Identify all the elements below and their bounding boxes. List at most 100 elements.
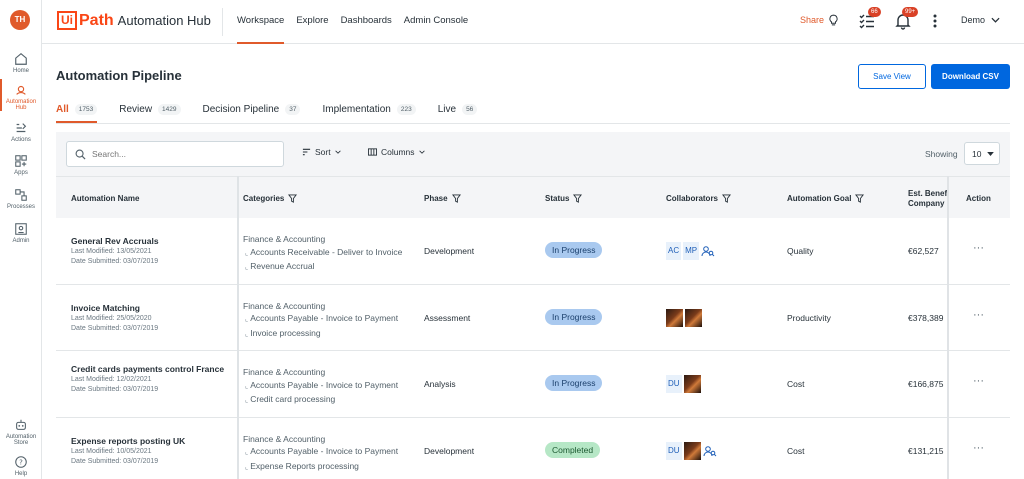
- search-box: [66, 141, 284, 167]
- filter-icon[interactable]: [722, 193, 732, 203]
- more-vertical-icon[interactable]: [926, 12, 944, 30]
- nav-explore[interactable]: Explore: [296, 0, 328, 44]
- category-l2: Accounts Payable - Invoice to Payment: [243, 445, 398, 460]
- add-collaborator-icon[interactable]: [701, 245, 715, 257]
- add-collaborator-icon[interactable]: [703, 445, 717, 457]
- categories-cell: Finance & Accounting Accounts Receivable…: [243, 233, 402, 275]
- row-actions-button[interactable]: ···: [973, 309, 984, 321]
- benefit-cell: €166,875: [908, 379, 944, 389]
- share-label: Share: [800, 15, 825, 25]
- rail-item-automation-hub[interactable]: Automation Hub: [0, 79, 42, 111]
- app-root: TH Home Automation Hub Actions Apps Proc…: [0, 0, 1024, 479]
- top-header: Ui Path Automation Hub Workspace Explore…: [42, 0, 1024, 44]
- search-icon: [75, 149, 86, 160]
- col-header-categories[interactable]: Categories: [243, 177, 298, 219]
- col-header-name[interactable]: Automation Name: [71, 177, 139, 219]
- row-actions-button[interactable]: ···: [973, 242, 984, 254]
- share-button[interactable]: Share: [800, 13, 840, 27]
- user-avatar[interactable]: TH: [10, 10, 30, 30]
- status-badge: In Progress: [545, 375, 603, 391]
- store-icon: [16, 419, 26, 430]
- rail-item-help[interactable]: ? Help: [0, 455, 42, 477]
- tab-label: Live: [437, 104, 457, 115]
- collaborator-avatar[interactable]: DU: [666, 375, 682, 393]
- collaborator-photo[interactable]: [685, 308, 702, 327]
- tab-review[interactable]: Review 1429: [119, 96, 181, 123]
- apps-icon: [15, 155, 27, 167]
- automation-name[interactable]: Expense reports posting UK: [71, 435, 231, 447]
- page-title: Automation Pipeline: [56, 68, 182, 83]
- table-row[interactable]: Expense reports posting UK Last Modified…: [56, 418, 1010, 479]
- automation-hub-icon: [16, 85, 26, 95]
- rail-item-actions[interactable]: Actions: [0, 121, 42, 143]
- col-header-status[interactable]: Status: [545, 177, 583, 219]
- row-actions-button[interactable]: ···: [973, 442, 984, 454]
- last-modified: Last Modified: 10/05/2021: [71, 447, 152, 455]
- last-modified: Last Modified: 13/05/2021: [71, 248, 152, 255]
- last-modified: Last Modified: 12/02/2021: [71, 376, 152, 383]
- col-header-collaborators[interactable]: Collaborators: [666, 177, 732, 219]
- table-row[interactable]: Invoice Matching Last Modified: 25/05/20…: [56, 285, 1010, 351]
- status-badge: In Progress: [545, 308, 603, 325]
- rail-item-processes[interactable]: Processes: [0, 188, 42, 210]
- sort-button[interactable]: Sort: [302, 147, 341, 157]
- nav-admin-console[interactable]: Admin Console: [404, 0, 468, 44]
- filter-icon[interactable]: [855, 193, 865, 203]
- table-row[interactable]: Credit cards payments control France Las…: [56, 351, 1010, 418]
- tabs-divider: [56, 123, 1010, 124]
- goal-cell: Cost: [787, 379, 805, 389]
- collaborator-avatar[interactable]: AC: [666, 242, 682, 260]
- goal-cell: Quality: [787, 246, 814, 256]
- tab-implementation[interactable]: Implementation 223: [322, 96, 416, 123]
- brand-logo[interactable]: Ui Path Automation Hub: [57, 11, 211, 30]
- tab-label: All: [56, 104, 69, 115]
- sort-label: Sort: [315, 147, 331, 157]
- collaborator-avatar[interactable]: DU: [666, 441, 682, 460]
- user-menu[interactable]: Demo: [961, 15, 1000, 25]
- collaborators-cell: DU: [666, 441, 717, 460]
- collaborator-photo[interactable]: [666, 308, 683, 327]
- automation-name[interactable]: Invoice Matching: [71, 302, 231, 314]
- search-input[interactable]: [92, 149, 272, 159]
- automation-name[interactable]: General Rev Accruals: [71, 235, 231, 247]
- filter-icon[interactable]: [573, 193, 583, 203]
- user-name: Demo: [961, 15, 986, 25]
- benefit-cell: €131,215: [908, 445, 944, 456]
- name-cell: Invoice Matching Last Modified: 25/05/20…: [71, 302, 231, 334]
- product-name: Automation Hub: [117, 13, 211, 28]
- col-header-phase[interactable]: Phase: [424, 177, 461, 219]
- columns-label: Columns: [381, 147, 415, 157]
- rail-label: Home: [12, 68, 29, 74]
- automation-name[interactable]: Credit cards payments control France: [71, 363, 231, 375]
- rail-item-admin[interactable]: Admin: [0, 222, 42, 244]
- tab-decision-pipeline[interactable]: Decision Pipeline 37: [203, 96, 301, 123]
- status-cell: Completed: [545, 441, 601, 458]
- page-size-select[interactable]: 10: [964, 142, 1000, 165]
- row-actions-button[interactable]: ···: [973, 375, 984, 387]
- download-csv-button[interactable]: Download CSV: [931, 64, 1010, 89]
- rail-item-home[interactable]: Home: [0, 52, 42, 74]
- rail-item-apps[interactable]: Apps: [0, 154, 42, 176]
- collaborator-photo[interactable]: [683, 375, 701, 393]
- save-view-button[interactable]: Save View: [858, 64, 926, 89]
- phase-cell: Analysis: [424, 379, 456, 389]
- help-icon: ?: [15, 456, 27, 468]
- tab-all[interactable]: All 1753: [56, 96, 98, 123]
- columns-button[interactable]: Columns: [368, 147, 425, 157]
- goal-cell: Cost: [787, 445, 805, 456]
- phase-cell: Assessment: [424, 312, 471, 323]
- rail-item-automation-store[interactable]: Automation Store: [0, 418, 42, 446]
- filter-icon[interactable]: [451, 193, 461, 203]
- nav-dashboards[interactable]: Dashboards: [341, 0, 392, 44]
- col-label: Collaborators: [666, 193, 719, 203]
- tab-live[interactable]: Live 56: [438, 96, 478, 123]
- nav-workspace[interactable]: Workspace: [237, 0, 285, 44]
- col-header-goal[interactable]: Automation Goal: [787, 177, 865, 219]
- collaborator-photo[interactable]: [683, 441, 701, 460]
- col-header-action: Action: [966, 177, 991, 219]
- collaborator-avatar[interactable]: MP: [683, 242, 700, 260]
- filter-icon[interactable]: [288, 193, 298, 203]
- table-row[interactable]: General Rev Accruals Last Modified: 13/0…: [56, 218, 1010, 285]
- col-header-benefit[interactable]: Est. Benef Company: [908, 177, 948, 219]
- showing-label: Showing: [925, 149, 958, 159]
